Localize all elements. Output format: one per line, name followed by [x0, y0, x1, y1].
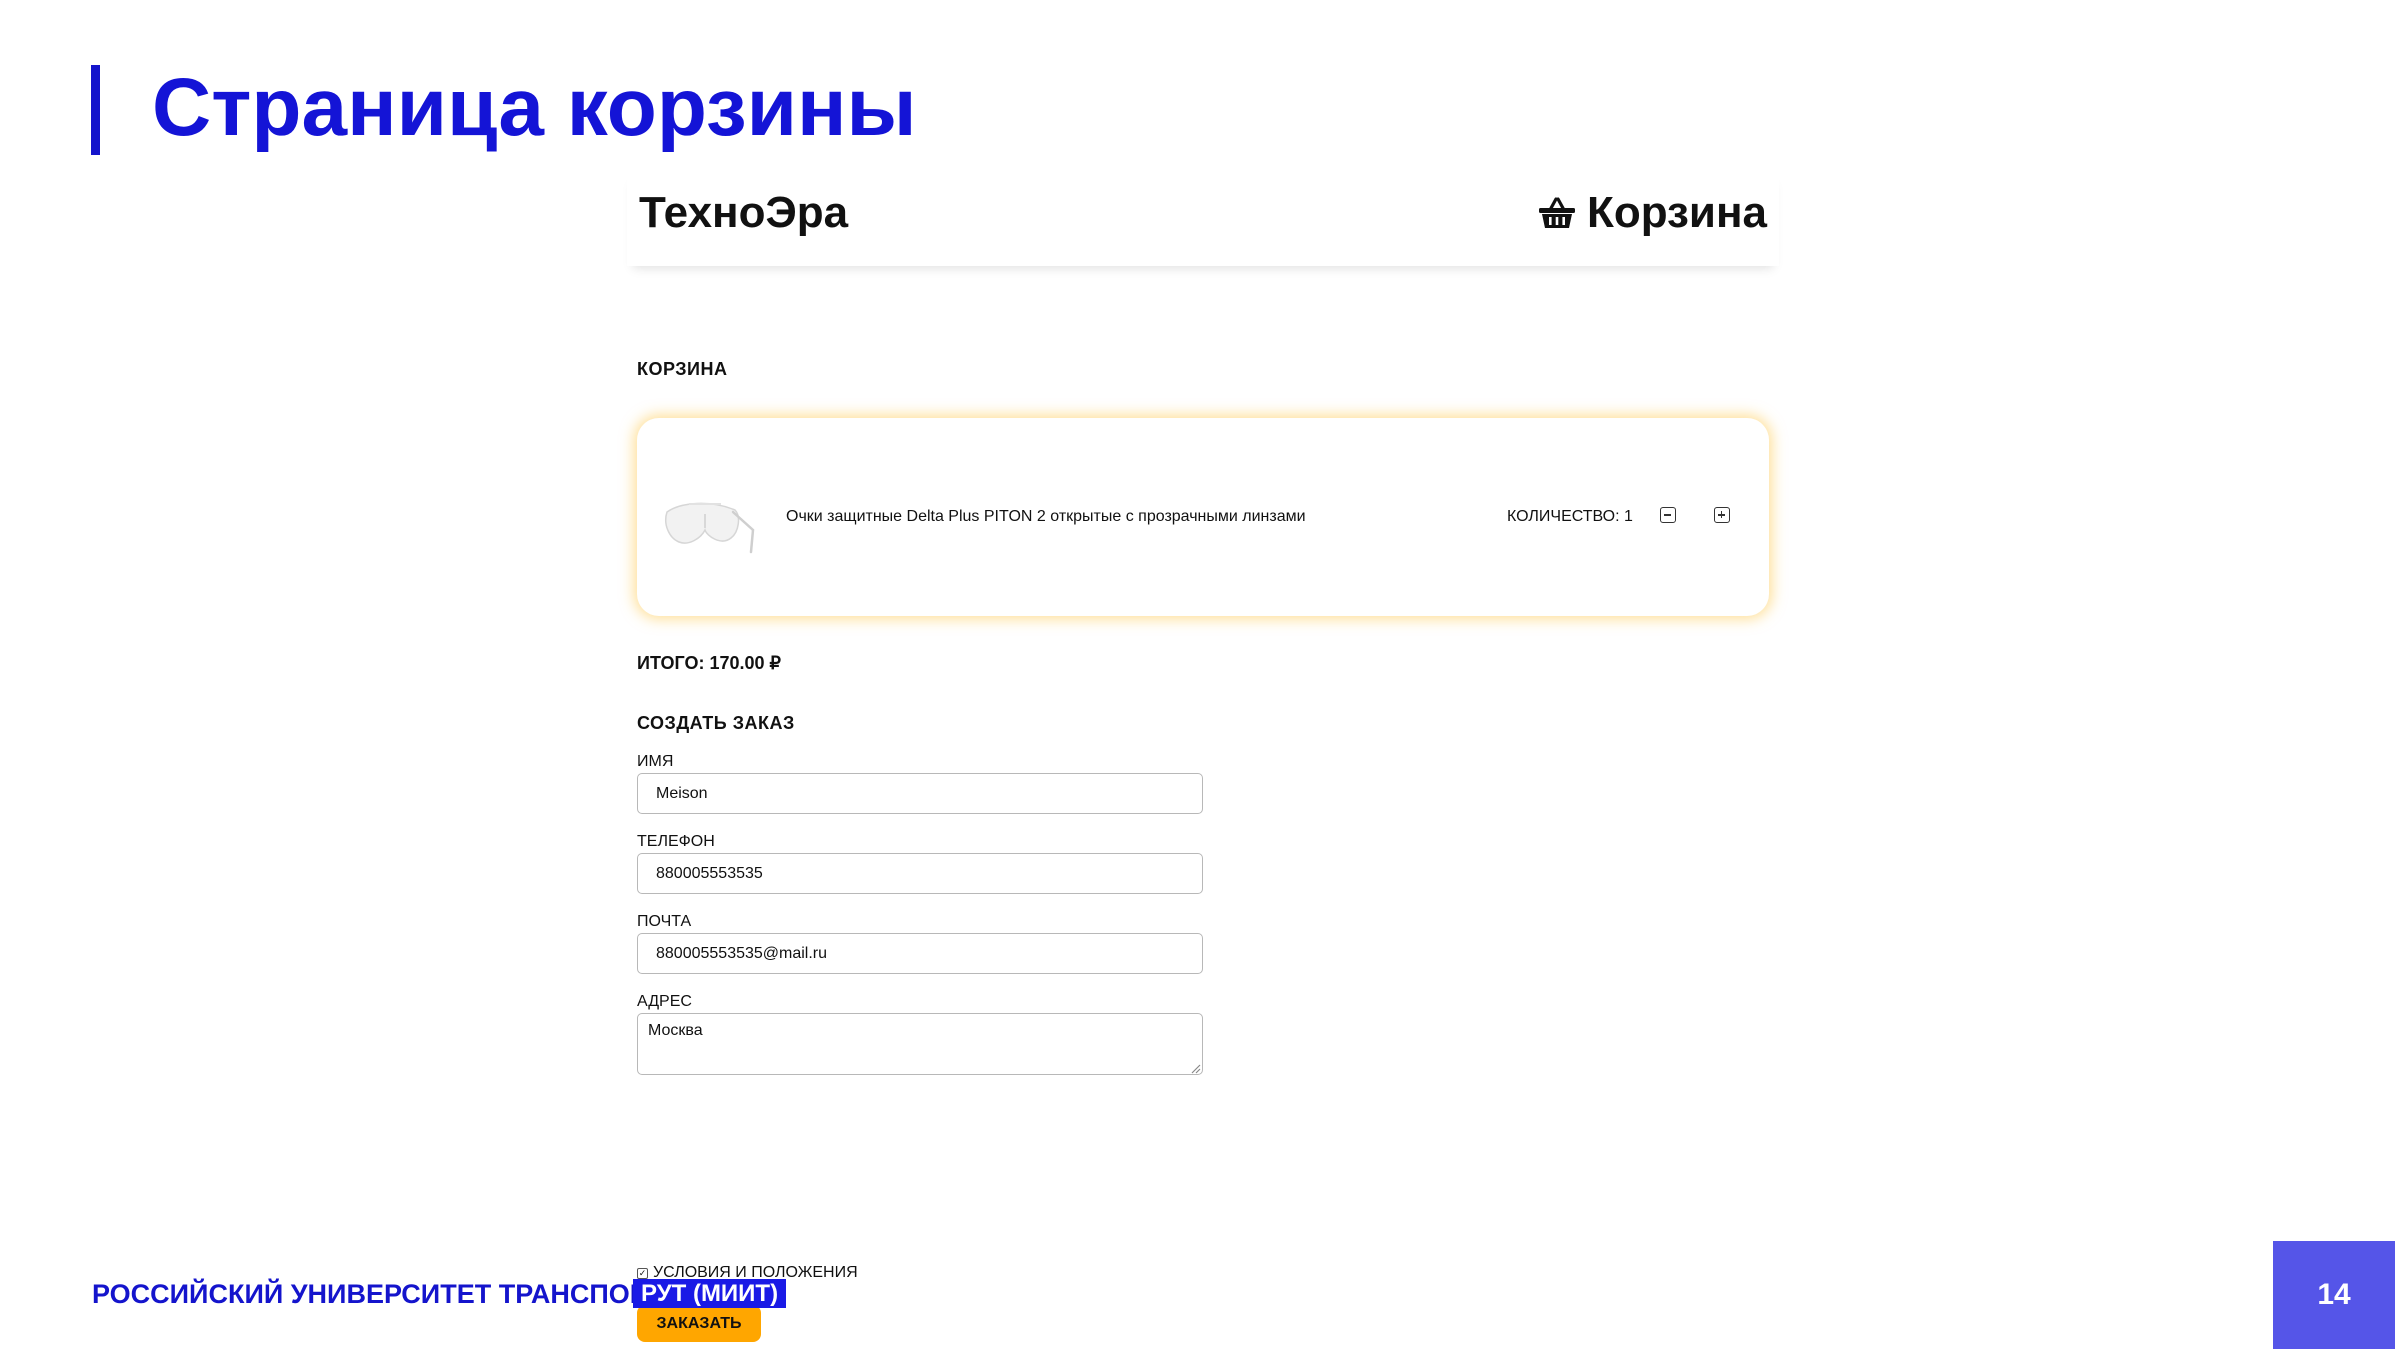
order-total: ИТОГО: 170.00 ₽ — [637, 653, 781, 673]
phone-input[interactable] — [637, 853, 1203, 894]
terms-checkbox[interactable]: ✓ — [637, 1267, 648, 1279]
cart-heading: КОРЗИНА — [637, 359, 728, 379]
address-label: АДРЕС — [637, 993, 692, 1010]
create-order-heading: СОЗДАТЬ ЗАКАЗ — [637, 713, 795, 733]
place-order-button[interactable]: ЗАКАЗАТЬ — [637, 1305, 761, 1342]
safety-glasses-image — [665, 502, 755, 554]
title-accent-bar — [91, 65, 100, 155]
university-name: РОССИЙСКИЙ УНИВЕРСИТЕТ ТРАНСПОРТА — [92, 1279, 682, 1309]
email-label: ПОЧТА — [637, 913, 692, 930]
address-textarea[interactable]: Москва — [637, 1013, 1203, 1075]
increase-quantity-button[interactable] — [1714, 507, 1730, 523]
page-number: 14 — [2273, 1241, 2395, 1349]
quantity-label: КОЛИЧЕСТВО: 1 — [1507, 508, 1633, 525]
cart-item-card: Очки защитные Delta Plus PITON 2 открыты… — [637, 418, 1769, 616]
resize-grip-icon[interactable] — [1189, 1062, 1201, 1074]
cart-link-label: Корзина — [1587, 188, 1767, 237]
university-badge: РУТ (МИИТ) — [633, 1279, 787, 1308]
name-input[interactable] — [637, 773, 1203, 814]
email-input[interactable] — [637, 933, 1203, 974]
slide-title: Страница корзины — [152, 62, 917, 153]
cart-link[interactable]: Корзина — [1537, 184, 1767, 242]
minus-icon — [1664, 514, 1671, 516]
decrease-quantity-button[interactable] — [1660, 507, 1676, 523]
shop-screenshot: ТехноЭра Корзина КОРЗИНА Очки защитные D… — [627, 170, 1779, 1342]
phone-label: ТЕЛЕФОН — [637, 833, 715, 850]
site-header: ТехноЭра Корзина — [627, 170, 1779, 266]
basket-icon — [1539, 197, 1575, 228]
name-label: ИМЯ — [637, 753, 674, 770]
product-name[interactable]: Очки защитные Delta Plus PITON 2 открыты… — [786, 508, 1306, 526]
brand-logo[interactable]: ТехноЭра — [639, 184, 848, 242]
